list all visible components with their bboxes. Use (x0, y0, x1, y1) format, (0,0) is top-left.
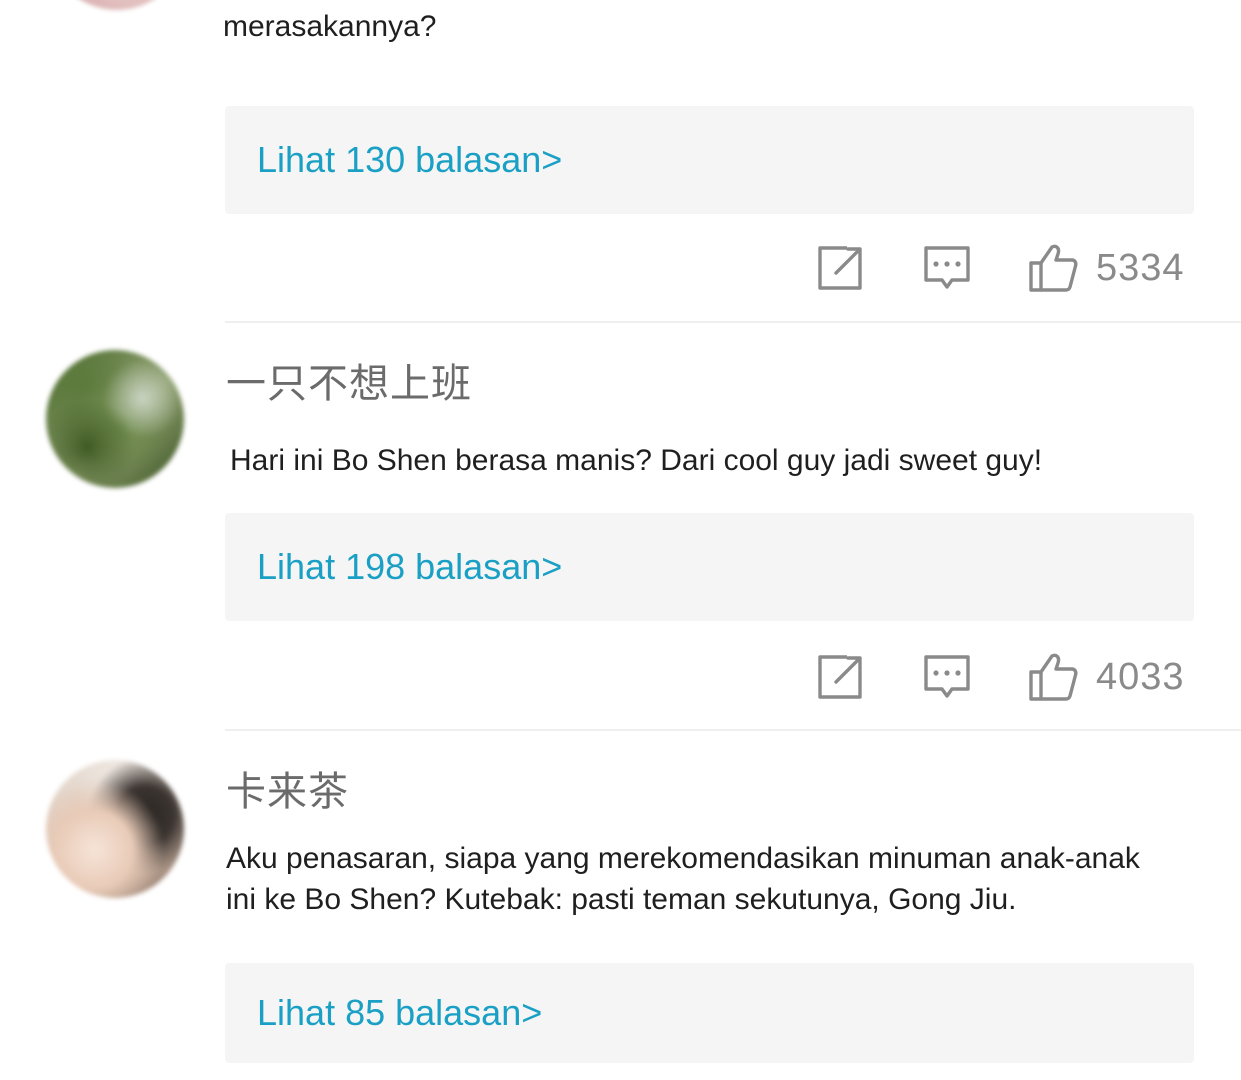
reply-button[interactable] (923, 647, 971, 707)
share-button[interactable] (817, 238, 863, 298)
like-button[interactable]: 4033 (1028, 647, 1185, 707)
comment-text: Hari ini Bo Shen berasa manis? Dari cool… (230, 440, 1042, 481)
comment-actions: 4033 (225, 647, 1193, 707)
username[interactable]: 卡来茶 (226, 768, 349, 816)
comment-text-line: Hari ini Bo Shen berasa manis? Dari cool… (230, 444, 1043, 477)
view-replies-link[interactable]: Lihat 85 balasan> (225, 992, 542, 1034)
avatar[interactable] (46, 350, 184, 488)
view-replies-link[interactable]: Lihat 130 balasan> (225, 139, 562, 181)
thumbs-up-icon (1029, 653, 1078, 701)
avatar[interactable] (48, 0, 186, 10)
share-button[interactable] (817, 647, 863, 707)
comments-page: merasakannya? Lihat 130 balasan> 5334 一只… (0, 0, 1241, 1080)
avatar[interactable] (46, 760, 184, 898)
view-replies-link[interactable]: Lihat 198 balasan> (225, 546, 562, 588)
comment-text: Aku penasaran, siapa yang merekomendasik… (226, 838, 1140, 920)
comment-text-line: merasakannya? (223, 10, 437, 43)
view-replies-button[interactable]: Lihat 85 balasan> (225, 963, 1194, 1063)
comment-actions: 5334 (225, 238, 1193, 298)
reply-button[interactable] (923, 238, 971, 298)
comment-text-line: ini ke Bo Shen? Kutebak: pasti teman sek… (226, 883, 1017, 916)
divider (225, 729, 1241, 731)
divider (225, 321, 1241, 323)
view-replies-button[interactable]: Lihat 130 balasan> (225, 106, 1194, 214)
like-button[interactable]: 5334 (1028, 238, 1185, 298)
share-icon (818, 655, 862, 699)
comment-text-line: Aku penasaran, siapa yang merekomendasik… (226, 842, 1140, 875)
comment-icon (924, 246, 970, 289)
view-replies-button[interactable]: Lihat 198 balasan> (225, 513, 1194, 621)
comment-text: merasakannya? (223, 6, 436, 47)
username[interactable]: 一只不想上班 (226, 360, 472, 408)
share-icon (818, 246, 862, 290)
like-count: 5334 (1096, 246, 1185, 289)
like-count: 4033 (1096, 655, 1185, 698)
comment-icon (924, 655, 970, 698)
thumbs-up-icon (1029, 244, 1078, 292)
